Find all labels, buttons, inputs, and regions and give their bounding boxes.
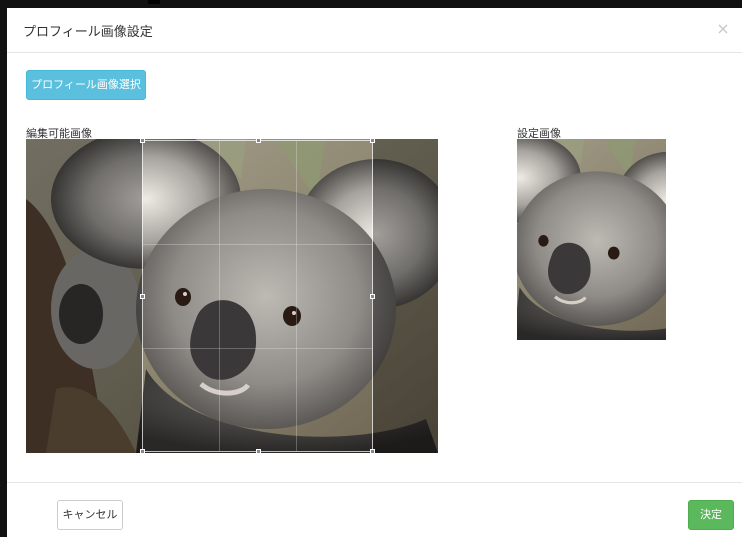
crop-shade-left <box>26 139 142 453</box>
crop-selection-box[interactable] <box>140 139 375 453</box>
crop-grid-line <box>296 141 297 451</box>
modal-footer: キャンセル 決定 <box>7 482 742 538</box>
crop-handle-n[interactable] <box>256 139 261 143</box>
confirm-button[interactable]: 決定 <box>688 500 734 530</box>
modal-title: プロフィール画像設定 <box>23 25 153 40</box>
editable-image-canvas[interactable] <box>26 139 438 453</box>
close-icon[interactable]: × <box>714 20 732 38</box>
backdrop-top <box>0 0 742 8</box>
crop-handle-s[interactable] <box>256 449 261 453</box>
setting-image-preview <box>517 139 666 340</box>
koala-photo-cropped <box>517 139 666 340</box>
crop-handle-sw[interactable] <box>140 449 145 453</box>
crop-grid-line <box>143 244 372 245</box>
crop-grid-line <box>143 348 372 349</box>
crop-shade-right <box>373 139 438 453</box>
crop-handle-se[interactable] <box>370 449 375 453</box>
crop-handle-nw[interactable] <box>140 139 145 143</box>
crop-grid-line <box>219 141 220 451</box>
profile-image-dialog: プロフィール画像設定 × プロフィール画像選択 編集可能画像 設定画像 キャンセ… <box>7 8 742 537</box>
select-profile-image-button[interactable]: プロフィール画像選択 <box>26 70 146 100</box>
crop-handle-ne[interactable] <box>370 139 375 143</box>
modal-header: プロフィール画像設定 × <box>7 8 742 53</box>
backdrop-tick <box>148 0 160 4</box>
crop-handle-w[interactable] <box>140 294 145 299</box>
cancel-button[interactable]: キャンセル <box>57 500 123 530</box>
backdrop-left <box>0 0 7 537</box>
crop-handle-e[interactable] <box>370 294 375 299</box>
